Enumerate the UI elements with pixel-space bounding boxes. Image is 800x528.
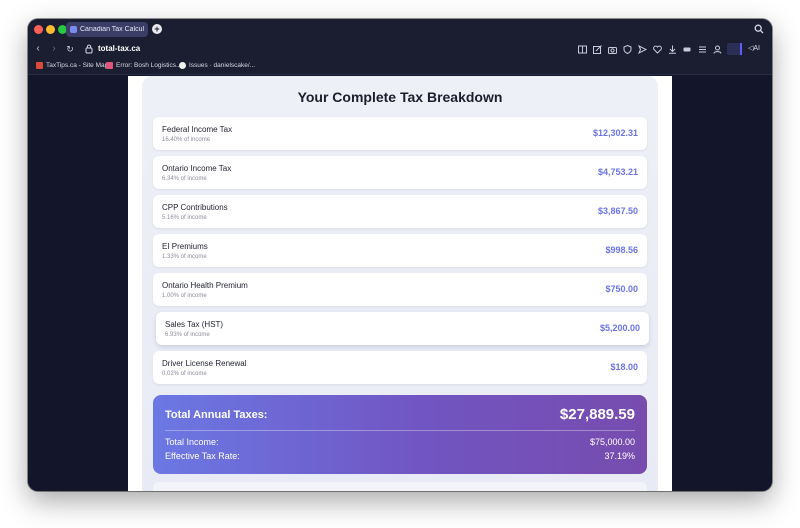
tab-title: Canadian Tax Calculator bbox=[80, 26, 144, 33]
tax-item-amount: $5,200.00 bbox=[599, 323, 640, 333]
close-window-button[interactable] bbox=[34, 25, 43, 34]
address-bar: ‹ › ↻ total-tax.ca ◁AI bbox=[28, 40, 772, 58]
bookmark-taxtips[interactable]: TaxTips.ca - Site Map bbox=[36, 62, 108, 69]
total-income-value: $75,000.00 bbox=[589, 437, 635, 447]
page-content: Your Complete Tax Breakdown Federal Inco… bbox=[128, 76, 672, 491]
tax-item-percent: 6.34% of income bbox=[162, 176, 207, 182]
page-title: Your Complete Tax Breakdown bbox=[297, 89, 503, 105]
tax-breakdown-panel: Your Complete Tax Breakdown Federal Inco… bbox=[142, 76, 658, 491]
edit-icon[interactable] bbox=[591, 43, 603, 55]
tax-item-percent: 5.16% of income bbox=[162, 215, 207, 221]
tax-item-label: Ontario Health Premium bbox=[162, 281, 248, 290]
tax-item-label: Driver License Renewal bbox=[162, 359, 247, 368]
tax-item-federal: Federal Income Tax 16.40% of income $12,… bbox=[153, 117, 647, 150]
bookmark-bosh-logistics[interactable]: Error: Bosh Logistics... bbox=[106, 62, 181, 69]
total-summary-card: Total Annual Taxes: $27,889.59 Total Inc… bbox=[153, 395, 647, 474]
battery-icon[interactable] bbox=[681, 43, 693, 55]
search-icon[interactable] bbox=[754, 24, 764, 34]
tax-item-percent: 1.00% of income bbox=[162, 293, 207, 299]
tax-item-label: EI Premiums bbox=[162, 242, 208, 251]
minimize-window-button[interactable] bbox=[46, 25, 55, 34]
tax-item-cpp: CPP Contributions 5.16% of income $3,867… bbox=[153, 195, 647, 228]
total-taxes-label: Total Annual Taxes: bbox=[165, 409, 268, 421]
forward-arrow-icon[interactable]: › bbox=[48, 43, 60, 55]
download-icon[interactable] bbox=[666, 43, 678, 55]
tax-item-percent: 1.33% of income bbox=[162, 254, 207, 260]
reload-icon[interactable]: ↻ bbox=[64, 43, 76, 55]
bookmark-github-issues[interactable]: Issues · danielscake/... bbox=[179, 62, 255, 69]
tax-item-label: Federal Income Tax bbox=[162, 125, 233, 134]
shield-icon[interactable] bbox=[621, 43, 633, 55]
heart-icon[interactable] bbox=[651, 43, 663, 55]
bookmark-favicon-icon bbox=[36, 62, 43, 69]
new-tab-button[interactable]: + bbox=[152, 24, 162, 34]
next-section-card bbox=[153, 482, 647, 491]
back-arrow-icon[interactable]: ‹ bbox=[32, 43, 44, 55]
ai-button[interactable]: ◁AI bbox=[748, 43, 768, 55]
site-favicon-icon bbox=[70, 26, 77, 33]
tax-item-health-premium: Ontario Health Premium 1.00% of income $… bbox=[153, 273, 647, 306]
tax-item-amount: $12,302.31 bbox=[592, 128, 638, 138]
tax-item-amount: $3,867.50 bbox=[597, 206, 638, 216]
tax-item-amount: $750.00 bbox=[605, 284, 638, 294]
toolbar-icons bbox=[576, 43, 723, 55]
title-bar: Canadian Tax Calculator + bbox=[28, 19, 772, 40]
bookmark-favicon-icon bbox=[106, 62, 113, 69]
camera-icon[interactable] bbox=[606, 43, 618, 55]
tax-item-ei: EI Premiums 1.33% of income $998.56 bbox=[153, 234, 647, 267]
effective-rate-label: Effective Tax Rate: bbox=[165, 451, 240, 461]
tax-item-percent: 16.40% of income bbox=[162, 137, 211, 143]
total-taxes-amount: $27,889.59 bbox=[559, 406, 635, 423]
browser-window: Canadian Tax Calculator + ‹ › ↻ total-ta… bbox=[28, 19, 772, 491]
tax-item-label: Sales Tax (HST) bbox=[165, 320, 224, 329]
tax-item-hst: Sales Tax (HST) 6.93% of income $5,200.0… bbox=[156, 312, 649, 345]
lock-icon bbox=[85, 44, 93, 54]
extension-icon[interactable] bbox=[727, 43, 741, 55]
tax-item-percent: 6.93% of income bbox=[165, 332, 210, 338]
summary-divider bbox=[165, 430, 635, 431]
tax-item-amount: $18.00 bbox=[610, 362, 638, 372]
tax-item-amount: $998.56 bbox=[605, 245, 638, 255]
url-field[interactable]: total-tax.ca bbox=[98, 43, 140, 55]
bookmarks-bar: TaxTips.ca - Site Map Error: Bosh Logist… bbox=[28, 58, 772, 75]
total-income-label: Total Income: bbox=[165, 437, 219, 447]
ai-label: AI bbox=[753, 45, 761, 52]
tax-item-ontario: Ontario Income Tax 6.34% of income $4,75… bbox=[153, 156, 647, 189]
tax-item-driver-license: Driver License Renewal 0.02% of income $… bbox=[153, 351, 647, 384]
page-viewport: Your Complete Tax Breakdown Federal Inco… bbox=[28, 76, 772, 491]
tab-active[interactable]: Canadian Tax Calculator bbox=[66, 22, 148, 37]
reader-view-icon[interactable] bbox=[576, 43, 588, 55]
extension-indicator bbox=[740, 43, 742, 55]
effective-rate-value: 37.19% bbox=[604, 451, 635, 461]
tax-item-label: CPP Contributions bbox=[162, 203, 228, 212]
profile-icon[interactable] bbox=[711, 43, 723, 55]
send-icon[interactable] bbox=[636, 43, 648, 55]
tax-item-percent: 0.02% of income bbox=[162, 371, 207, 377]
github-icon bbox=[179, 62, 186, 69]
tax-item-amount: $4,753.21 bbox=[597, 167, 638, 177]
tax-item-label: Ontario Income Tax bbox=[162, 164, 232, 173]
menu-icon[interactable] bbox=[696, 43, 708, 55]
